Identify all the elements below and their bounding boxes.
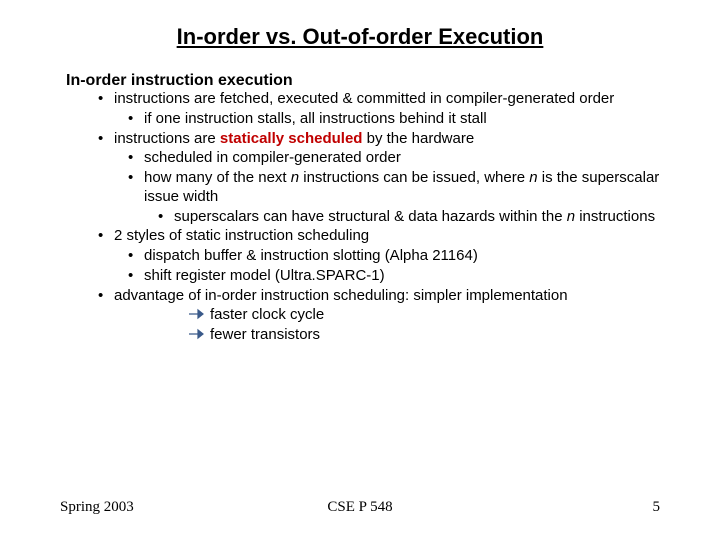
var-n: n — [291, 169, 299, 186]
bullet-item: faster clock cycle — [188, 306, 660, 325]
bullet-item: dispatch buffer & instruction slotting (… — [128, 247, 660, 266]
arrow-icon — [188, 308, 204, 320]
bullet-item: how many of the next n instructions can … — [128, 169, 660, 207]
bullet-list: dispatch buffer & instruction slotting (… — [128, 247, 660, 286]
bullet-list: 2 styles of static instruction schedulin… — [98, 227, 660, 246]
arrow-icon — [188, 328, 204, 340]
bullet-item: 2 styles of static instruction schedulin… — [98, 227, 660, 246]
text: faster clock cycle — [210, 306, 324, 323]
slide: In-order vs. Out-of-order Execution In-o… — [0, 0, 720, 540]
text: instructions can be issued, where — [299, 169, 529, 186]
bullet-list: advantage of in-order instruction schedu… — [98, 287, 660, 306]
bullet-list: superscalars can have structural & data … — [158, 208, 660, 227]
emphasis: statically scheduled — [220, 130, 363, 147]
bullet-item: advantage of in-order instruction schedu… — [98, 287, 660, 306]
text: how many of the next — [144, 169, 291, 186]
footer-left: Spring 2003 — [60, 499, 134, 516]
section-heading: In-order instruction execution — [66, 72, 660, 90]
bullet-list: instructions are statically scheduled by… — [98, 130, 660, 149]
bullet-item: instructions are statically scheduled by… — [98, 130, 660, 149]
bullet-list: scheduled in compiler-generated order ho… — [128, 149, 660, 206]
bullet-item: scheduled in compiler-generated order — [128, 149, 660, 168]
bullet-item: instructions are fetched, executed & com… — [98, 90, 660, 109]
text: instructions — [575, 208, 655, 225]
text: instructions are — [114, 130, 220, 147]
slide-title: In-order vs. Out-of-order Execution — [60, 24, 660, 50]
text: superscalars can have structural & data … — [174, 208, 567, 225]
bullet-list: if one instruction stalls, all instructi… — [128, 110, 660, 129]
bullet-list: instructions are fetched, executed & com… — [98, 90, 660, 109]
footer: Spring 2003 CSE P 548 5 — [0, 499, 720, 516]
bullet-item: fewer transistors — [188, 326, 660, 345]
bullet-item: superscalars can have structural & data … — [158, 208, 660, 227]
text: by the hardware — [362, 130, 474, 147]
bullet-list: faster clock cycle fewer transistors — [188, 306, 660, 345]
footer-right: 5 — [653, 499, 661, 516]
bullet-item: if one instruction stalls, all instructi… — [128, 110, 660, 129]
bullet-item: shift register model (Ultra.SPARC-1) — [128, 267, 660, 286]
var-n: n — [567, 208, 575, 225]
text: fewer transistors — [210, 326, 320, 343]
var-n: n — [529, 169, 537, 186]
